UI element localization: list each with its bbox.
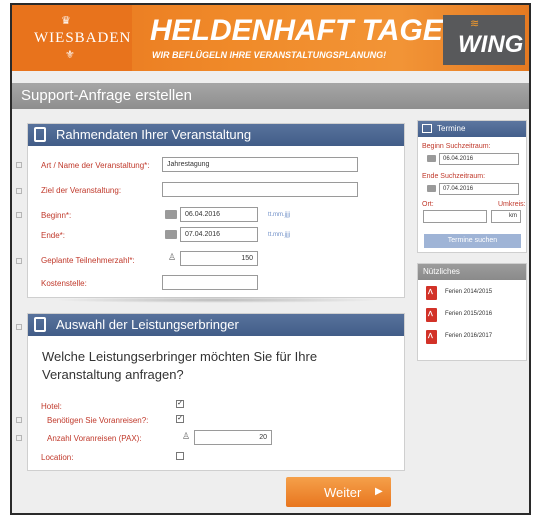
location-label: Location: bbox=[41, 453, 74, 462]
banner-tagline: WIR BEFLÜGELN IHRE VERANSTALTUNGSPLANUNG… bbox=[152, 50, 387, 60]
person-icon: ♙ bbox=[182, 431, 191, 441]
row-marker bbox=[16, 258, 22, 264]
wiesbaden-logo: ♛ WIESBADEN ⚜ bbox=[12, 5, 132, 71]
row-marker bbox=[16, 188, 22, 194]
nuetzliches-panel: Nützliches ⴷ Ferien 2014/2015 ⴷ Ferien 2… bbox=[417, 263, 527, 361]
person-icon: ♙ bbox=[168, 252, 177, 262]
form-icon bbox=[34, 317, 46, 332]
rahmendaten-title: Rahmendaten Ihrer Veranstaltung bbox=[56, 127, 252, 142]
calendar-icon[interactable] bbox=[165, 210, 177, 219]
goal-label: Ziel der Veranstaltung: bbox=[41, 186, 122, 195]
nuetzliches-header: Nützliches bbox=[418, 264, 526, 280]
next-button-label: Weiter bbox=[324, 485, 362, 500]
calendar-icon[interactable] bbox=[427, 155, 436, 162]
end-date-format-hint: tt.mm.jjjj bbox=[268, 232, 290, 238]
start-date-format-hint: tt.mm.jjjj bbox=[268, 212, 290, 218]
termine-title: Termine bbox=[437, 124, 466, 133]
pdf-icon: ⴷ bbox=[426, 308, 437, 322]
row-marker bbox=[16, 162, 22, 168]
search-end-input[interactable]: 07.04.2016 bbox=[439, 183, 519, 195]
arrow-right-icon: ▶ bbox=[375, 486, 383, 497]
doc-link-label[interactable]: Ferien 2015/2016 bbox=[445, 311, 492, 317]
next-button[interactable]: Weiter ▶ bbox=[286, 477, 391, 507]
page-title: Support-Anfrage erstellen bbox=[21, 87, 192, 104]
provider-question: Welche Leistungserbringer möchten Sie fü… bbox=[42, 349, 318, 382]
row-marker bbox=[16, 435, 22, 441]
hotel-checkbox[interactable]: ✓ bbox=[176, 400, 184, 408]
preevent-label: Benötigen Sie Voranreisen?: bbox=[47, 416, 149, 425]
participants-input[interactable]: 150 bbox=[180, 251, 258, 266]
lily-icon: ⚜ bbox=[65, 49, 75, 61]
doc-link-label[interactable]: Ferien 2016/2017 bbox=[445, 333, 492, 339]
search-start-input[interactable]: 06.04.2016 bbox=[439, 153, 519, 165]
header-banner: ♛ WIESBADEN ⚜ HELDENHAFT TAGEN WIR BEFLÜ… bbox=[12, 5, 529, 71]
termine-header: Termine bbox=[418, 121, 526, 137]
search-dates-button[interactable]: Termine suchen bbox=[424, 234, 521, 248]
end-label: Ende*: bbox=[41, 231, 66, 240]
leistungserbringer-title: Auswahl der Leistungserbringer bbox=[56, 317, 239, 332]
cost-center-label: Kostenstelle: bbox=[41, 279, 87, 288]
location-checkbox[interactable] bbox=[176, 452, 184, 460]
calendar-icon[interactable] bbox=[165, 230, 177, 239]
row-marker bbox=[16, 212, 22, 218]
crown-icon: ♛ bbox=[61, 15, 71, 27]
search-end-label: Ende Suchzeitraum: bbox=[422, 173, 486, 180]
start-date-input[interactable]: 06.04.2016 bbox=[180, 207, 258, 222]
place-label: Ort: bbox=[422, 201, 434, 208]
wings-icon: ≋ bbox=[470, 18, 480, 30]
nuetzliches-title: Nützliches bbox=[423, 267, 460, 276]
rahmendaten-header: Rahmendaten Ihrer Veranstaltung bbox=[28, 124, 404, 146]
doc-link-label[interactable]: Ferien 2014/2015 bbox=[445, 289, 492, 295]
event-name-label: Art / Name der Veranstaltung*: bbox=[41, 161, 150, 170]
form-icon bbox=[34, 127, 46, 142]
preevent-count-label: Anzahl Voranreisen (PAX): bbox=[47, 434, 142, 443]
page-title-bar: Support-Anfrage erstellen bbox=[12, 83, 529, 109]
wiesbaden-logo-text: WIESBADEN bbox=[34, 30, 132, 46]
event-name-input[interactable]: Jahrestagung bbox=[162, 157, 358, 172]
banner-headline: HELDENHAFT TAGEN bbox=[150, 14, 465, 47]
panel-shadow bbox=[52, 297, 382, 303]
participants-label: Geplante Teilnehmerzahl*: bbox=[41, 256, 135, 265]
rahmendaten-panel: Rahmendaten Ihrer Veranstaltung Art / Na… bbox=[27, 123, 405, 298]
cost-center-input[interactable] bbox=[162, 275, 258, 290]
app-frame: ♛ WIESBADEN ⚜ HELDENHAFT TAGEN WIR BEFLÜ… bbox=[10, 3, 531, 515]
leistungserbringer-header: Auswahl der Leistungserbringer bbox=[28, 314, 404, 336]
hotel-label: Hotel: bbox=[41, 402, 62, 411]
calendar-icon[interactable] bbox=[427, 185, 436, 192]
pdf-icon: ⴷ bbox=[426, 330, 437, 344]
search-start-label: Beginn Suchzeitraum: bbox=[422, 143, 491, 150]
goal-input[interactable] bbox=[162, 182, 358, 197]
row-marker bbox=[16, 324, 22, 330]
radius-input[interactable]: km bbox=[491, 210, 521, 223]
pdf-icon: ⴷ bbox=[426, 286, 437, 300]
row-marker bbox=[16, 417, 22, 423]
preevent-count-input[interactable]: 20 bbox=[194, 430, 272, 445]
wing-logo-text: WING bbox=[458, 31, 524, 58]
end-date-input[interactable]: 07.04.2016 bbox=[180, 227, 258, 242]
place-input[interactable] bbox=[423, 210, 487, 223]
preevent-checkbox[interactable]: ✓ bbox=[176, 415, 184, 423]
calendar-icon bbox=[422, 124, 432, 133]
radius-label: Umkreis: bbox=[498, 201, 526, 208]
termine-panel: Termine Beginn Suchzeitraum: 06.04.2016 … bbox=[417, 120, 527, 253]
leistungserbringer-panel: Auswahl der Leistungserbringer Welche Le… bbox=[27, 313, 405, 471]
start-label: Beginn*: bbox=[41, 211, 72, 220]
